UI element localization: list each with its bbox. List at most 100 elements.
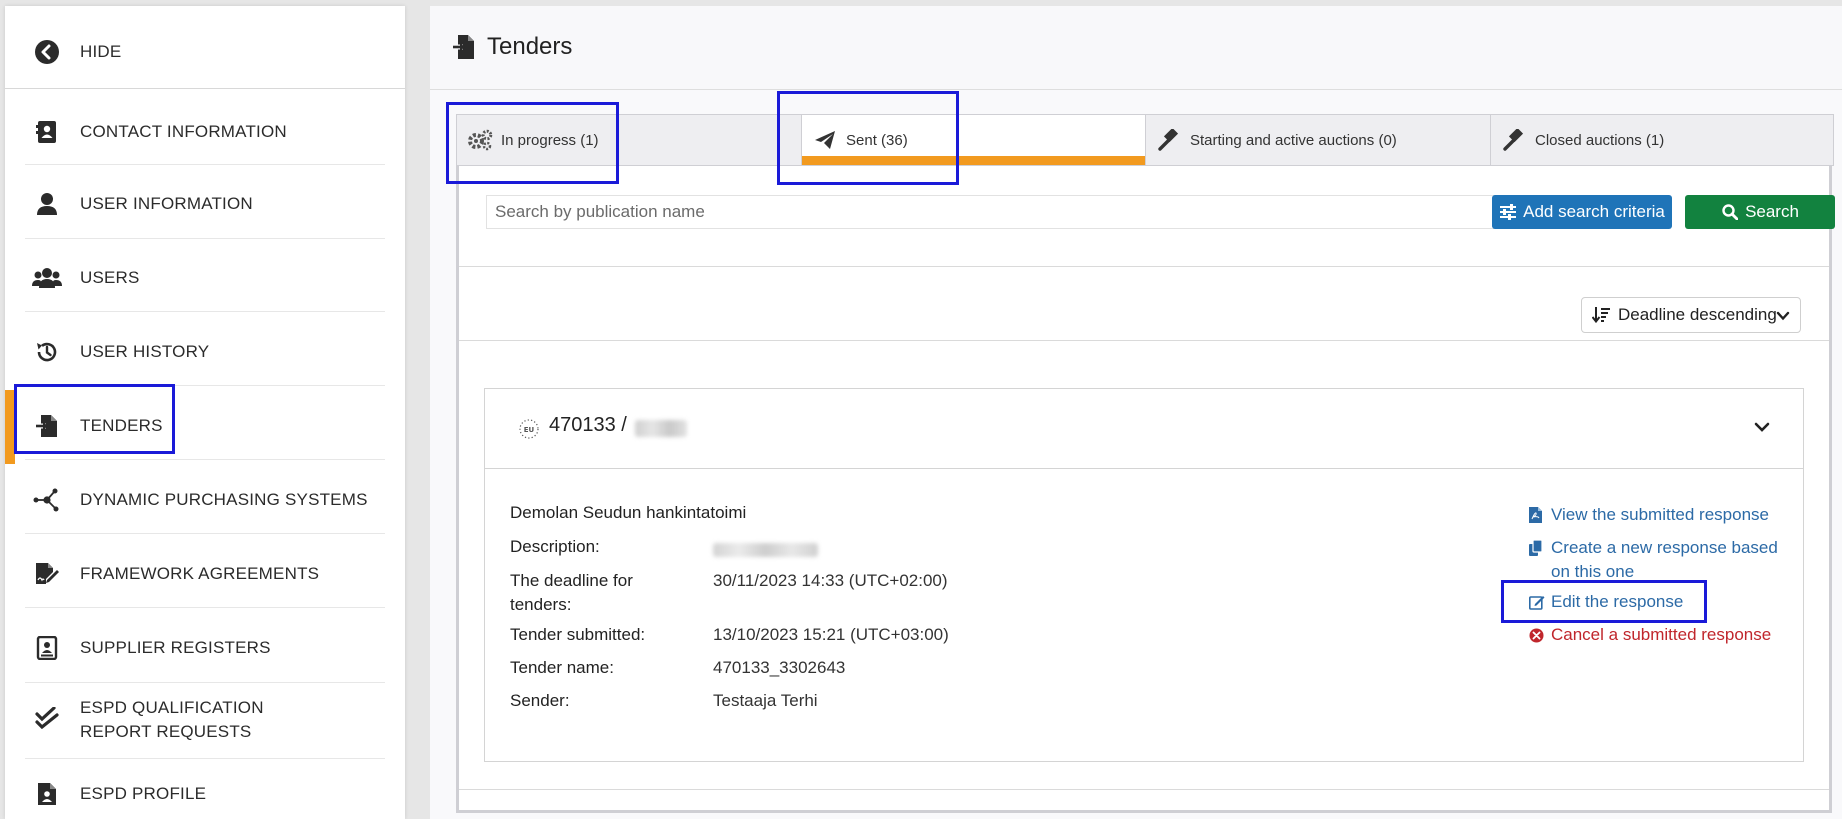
sidebar: HIDE CONTACT INFORMATION USER INFORMATIO… — [5, 6, 405, 819]
sidebar-item-user-information[interactable]: USER INFORMATION — [5, 180, 405, 228]
button-label: Search — [1745, 202, 1799, 221]
gavel-icon — [1501, 127, 1527, 153]
sidebar-item-espd-profile[interactable]: ESPD PROFILE — [5, 770, 405, 818]
divider — [25, 758, 385, 759]
sort-selected-value: Deadline descending — [1618, 305, 1777, 324]
tender-card-header[interactable]: EU 470133 / — [485, 389, 1803, 469]
cancel-submitted-response-link[interactable]: Cancel a submitted response — [1529, 623, 1791, 647]
search-button[interactable]: Search — [1685, 195, 1835, 229]
sidebar-item-label: CONTACT INFORMATION — [80, 122, 287, 141]
redacted-name — [635, 420, 687, 437]
tab-in-progress[interactable]: In progress (1) — [456, 114, 802, 166]
tab-sent[interactable]: Sent (36) — [801, 114, 1146, 166]
view-submitted-response-link[interactable]: View the submitted response — [1529, 503, 1791, 527]
sidebar-item-label: USERS — [80, 268, 140, 287]
divider — [5, 88, 405, 89]
history-icon — [27, 332, 67, 372]
sort-descending-icon — [1592, 305, 1612, 325]
chevron-down-icon — [1776, 308, 1790, 328]
divider — [25, 533, 385, 534]
tab-label: In progress (1) — [501, 131, 599, 149]
sidebar-item-label: FRAMEWORK AGREEMENTS — [80, 564, 320, 583]
divider — [25, 385, 385, 386]
page-title: Tenders — [487, 33, 573, 60]
user-icon — [27, 184, 67, 224]
divider — [25, 164, 385, 165]
edit-icon — [1529, 593, 1545, 611]
file-pdf-icon — [1529, 506, 1545, 524]
search-icon — [1721, 203, 1739, 221]
users-icon — [27, 258, 67, 298]
action-label: Edit the response — [1551, 592, 1684, 611]
sidebar-item-label: ESPD QUALIFICATION REPORT REQUESTS — [80, 698, 264, 741]
search-input[interactable] — [486, 195, 1576, 229]
tab-label: Sent (36) — [846, 131, 908, 149]
sliders-icon — [1499, 203, 1517, 221]
sidebar-item-label: TENDERS — [80, 416, 163, 435]
network-icon — [27, 480, 67, 520]
eu-stars-icon: EU — [519, 419, 541, 441]
sidebar-item-framework-agreements[interactable]: FRAMEWORK AGREEMENTS — [5, 550, 405, 598]
divider — [25, 311, 385, 312]
tab-content: Add search criteria Search Deadline desc… — [456, 166, 1835, 813]
page-header: Tenders — [430, 6, 1842, 90]
copy-icon — [1529, 539, 1545, 557]
action-label: View the submitted response — [1551, 505, 1769, 524]
tab-closed-auctions[interactable]: Closed auctions (1) — [1490, 114, 1834, 166]
action-label: Cancel a submitted response — [1551, 625, 1772, 644]
sidebar-item-dynamic-purchasing-systems[interactable]: DYNAMIC PURCHASING SYSTEMS — [5, 476, 405, 524]
submitted-label: Tender submitted: — [510, 625, 646, 644]
file-user-icon — [27, 774, 67, 814]
divider — [459, 266, 1829, 267]
gears-icon — [467, 127, 493, 153]
create-new-response-link[interactable]: Create a new response based on this one — [1529, 536, 1791, 584]
deadline-value: 30/11/2023 14:33 (UTC+02:00) — [713, 571, 948, 590]
check-double-icon — [27, 698, 67, 738]
divider — [25, 682, 385, 683]
action-label: Create a new response based on this one — [1551, 538, 1778, 581]
divider — [25, 238, 385, 239]
gavel-icon — [1156, 127, 1182, 153]
tab-label: Starting and active auctions (0) — [1190, 131, 1397, 149]
tender-name-value: 470133_3302643 — [713, 658, 846, 677]
sender-label: Sender: — [510, 691, 570, 710]
divider — [25, 459, 385, 460]
divider — [25, 607, 385, 608]
sidebar-item-user-history[interactable]: USER HISTORY — [5, 328, 405, 376]
sidebar-item-contact-information[interactable]: CONTACT INFORMATION — [5, 108, 405, 156]
sidebar-item-label: USER INFORMATION — [80, 194, 253, 213]
sidebar-item-supplier-registers[interactable]: SUPPLIER REGISTERS — [5, 624, 405, 672]
tab-label: Closed auctions (1) — [1535, 131, 1665, 149]
main-content: Tenders In progress (1) Sent (36) Starti… — [430, 6, 1842, 819]
file-signature-icon — [27, 554, 67, 594]
divider — [459, 789, 1829, 790]
sidebar-item-label: ESPD PROFILE — [80, 784, 207, 803]
register-book-icon — [27, 628, 67, 668]
tender-id: 470133 / — [549, 414, 627, 436]
tender-card: EU 470133 / Demolan Seudun hankintatoimi… — [484, 388, 1804, 762]
sidebar-item-label: USER HISTORY — [80, 342, 210, 361]
edit-response-link[interactable]: Edit the response — [1529, 590, 1791, 614]
sidebar-item-espd-qualification-report-requests[interactable]: ESPD QUALIFICATION REPORT REQUESTS — [5, 696, 405, 750]
redacted-description — [713, 543, 818, 557]
sender-value: Testaaja Terhi — [713, 691, 818, 710]
back-circle-icon — [27, 32, 67, 72]
sidebar-item-tenders[interactable]: TENDERS — [5, 402, 405, 450]
add-search-criteria-button[interactable]: Add search criteria — [1492, 195, 1672, 229]
sort-select[interactable]: Deadline descending — [1581, 297, 1801, 333]
svg-text:EU: EU — [524, 426, 535, 434]
active-tab-underline — [802, 156, 1145, 165]
sidebar-item-hide[interactable]: HIDE — [5, 28, 405, 76]
organization-name: Demolan Seudun hankintatoimi — [510, 503, 747, 522]
tab-starting-active-auctions[interactable]: Starting and active auctions (0) — [1145, 114, 1491, 166]
description-label: Description: — [510, 537, 600, 556]
divider — [459, 340, 1829, 341]
sidebar-item-users[interactable]: USERS — [5, 254, 405, 302]
chevron-down-icon[interactable] — [1753, 418, 1771, 441]
tender-name-label: Tender name: — [510, 658, 614, 677]
button-label: Add search criteria — [1523, 202, 1665, 221]
file-import-icon — [27, 406, 67, 446]
times-circle-icon — [1529, 626, 1545, 644]
sidebar-item-label: DYNAMIC PURCHASING SYSTEMS — [80, 490, 368, 509]
sidebar-item-label: HIDE — [80, 42, 122, 61]
